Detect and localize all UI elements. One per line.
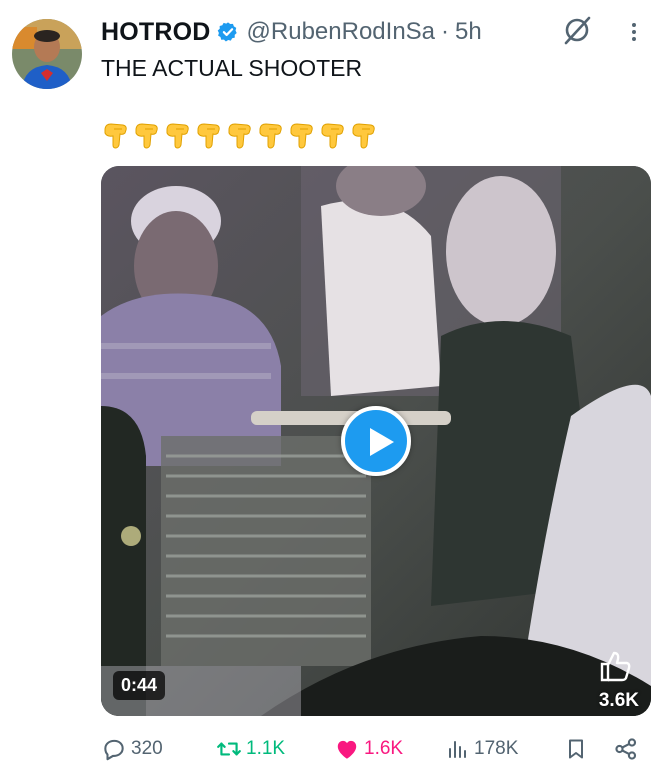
- tweet-text: THE ACTUAL SHOOTER: [101, 55, 363, 81]
- author-name[interactable]: HOTROD: [101, 18, 211, 47]
- play-icon[interactable]: [341, 406, 411, 476]
- pointing-down-emoji: [194, 120, 224, 150]
- separator: ·: [441, 18, 450, 45]
- like-button[interactable]: 1.6K: [334, 732, 403, 766]
- heart-icon: [334, 736, 360, 762]
- pointing-down-emoji: [132, 120, 162, 150]
- pointing-down-emoji: [101, 120, 131, 150]
- action-bar: 320 1.1K 1.6K 178K: [101, 732, 641, 766]
- pointing-down-emoji: [163, 120, 193, 150]
- share-icon: [613, 736, 639, 762]
- views-icon: [446, 736, 470, 762]
- author-handle[interactable]: @RubenRodInSa: [247, 18, 435, 46]
- emoji-row: [101, 120, 379, 150]
- verified-badge-icon: [217, 21, 239, 43]
- share-button[interactable]: [613, 732, 639, 766]
- pointing-down-emoji: [318, 120, 348, 150]
- timestamp[interactable]: 5h: [455, 18, 482, 46]
- pointing-down-emoji: [256, 120, 286, 150]
- reply-count: 320: [131, 738, 163, 759]
- reply-icon: [101, 736, 127, 762]
- grok-icon[interactable]: [563, 15, 591, 45]
- bookmark-button[interactable]: [564, 732, 588, 766]
- repost-count: 1.1K: [246, 738, 286, 759]
- tweet-header: HOTROD @RubenRodInSa · 5h: [101, 16, 482, 48]
- bookmark-icon: [564, 736, 588, 762]
- views-button[interactable]: 178K: [446, 732, 518, 766]
- more-icon[interactable]: [622, 20, 646, 44]
- views-count: 178K: [474, 738, 519, 759]
- pointing-down-emoji: [225, 120, 255, 150]
- thumbs-up-icon: [597, 648, 633, 684]
- reaction-count: 3.6K: [598, 690, 639, 711]
- video-player[interactable]: 0:44 3.6K: [101, 166, 651, 716]
- repost-button[interactable]: 1.1K: [216, 732, 285, 766]
- pointing-down-emoji: [287, 120, 317, 150]
- reply-button[interactable]: 320: [101, 732, 163, 766]
- avatar[interactable]: [12, 19, 82, 89]
- video-duration: 0:44: [113, 671, 166, 700]
- repost-icon: [216, 736, 242, 762]
- pointing-down-emoji: [349, 120, 379, 150]
- like-count: 1.6K: [364, 738, 404, 759]
